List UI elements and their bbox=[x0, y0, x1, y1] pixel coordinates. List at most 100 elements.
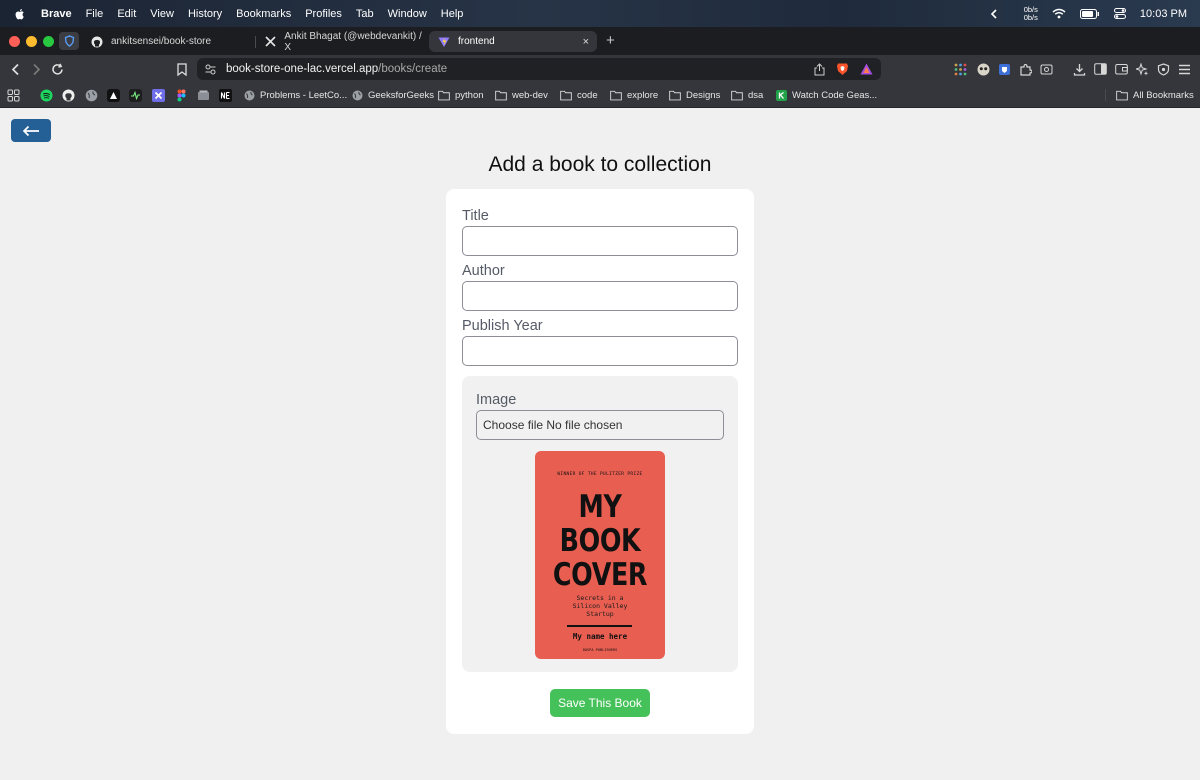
ne-bookmark-icon[interactable] bbox=[219, 89, 232, 102]
extension-shield-icon[interactable] bbox=[996, 61, 1012, 77]
wifi-icon[interactable] bbox=[1052, 8, 1066, 19]
apps-grid-icon[interactable] bbox=[952, 61, 968, 77]
folder-icon bbox=[731, 90, 743, 102]
leo-ai-icon[interactable] bbox=[1134, 61, 1150, 77]
brave-shields-icon[interactable] bbox=[836, 62, 849, 76]
menu-edit[interactable]: Edit bbox=[117, 8, 136, 20]
site-settings-icon[interactable] bbox=[205, 64, 216, 75]
bookmark-folder-web-dev[interactable]: web-dev bbox=[495, 88, 548, 103]
macos-menu-bar: Brave File Edit View History Bookmarks P… bbox=[0, 0, 1200, 27]
bookmark-label: Problems - LeetCo... bbox=[260, 90, 348, 101]
bookmark-geeksforgeeks[interactable]: GeeksforGeeks bbox=[351, 88, 434, 103]
bookmark-label: python bbox=[455, 90, 484, 101]
battery-icon[interactable] bbox=[1079, 8, 1100, 19]
author-input[interactable] bbox=[462, 281, 738, 311]
bookmark-label: code bbox=[577, 90, 598, 101]
clock[interactable]: 10:03 PM bbox=[1140, 8, 1187, 20]
forward-nav-icon[interactable] bbox=[28, 61, 44, 77]
back-nav-icon[interactable] bbox=[7, 61, 23, 77]
save-book-button[interactable]: Save This Book bbox=[550, 689, 650, 717]
page-content: Add a book to collection Title Author Pu… bbox=[0, 108, 1200, 780]
cover-title-line-3: COVER bbox=[552, 557, 648, 593]
apps-launcher-icon[interactable] bbox=[7, 89, 20, 102]
cover-prize-text: WINNER OF THE PULITZER PRIZE bbox=[557, 472, 643, 477]
x-icon bbox=[264, 35, 276, 48]
sidebar-toggle-icon[interactable] bbox=[1092, 61, 1108, 77]
download-icon[interactable] bbox=[1071, 61, 1087, 77]
bookmark-folder-python[interactable]: python bbox=[438, 88, 484, 103]
menu-profiles[interactable]: Profiles bbox=[305, 8, 342, 20]
cover-subtitle-line: Startup bbox=[586, 610, 614, 618]
chevron-left-icon[interactable] bbox=[990, 8, 998, 19]
menu-app-name[interactable]: Brave bbox=[41, 8, 72, 20]
control-center-icon[interactable] bbox=[1113, 8, 1126, 19]
tab-x[interactable]: Ankit Bhagat (@webdevankit) / X bbox=[256, 30, 424, 53]
share-icon[interactable] bbox=[814, 62, 825, 76]
close-tab-icon[interactable]: × bbox=[583, 36, 589, 48]
zoom-window-button[interactable] bbox=[43, 36, 54, 47]
url-path: /books/create bbox=[378, 63, 448, 75]
folder-icon bbox=[560, 90, 572, 102]
back-button[interactable] bbox=[11, 119, 51, 142]
figma-icon[interactable] bbox=[175, 89, 188, 102]
title-input[interactable] bbox=[462, 226, 738, 256]
cover-title-line-1: MY bbox=[578, 489, 622, 525]
globe-bookmark-icon[interactable] bbox=[85, 89, 98, 102]
bookmark-label: Watch Code Geas... bbox=[792, 90, 878, 101]
image-file-input[interactable]: Choose file No file chosen bbox=[476, 410, 724, 440]
bookmark-folder-explore[interactable]: explore bbox=[610, 88, 658, 103]
github-bookmark-icon[interactable] bbox=[62, 89, 75, 102]
all-bookmarks-folder[interactable]: All Bookmarks bbox=[1116, 88, 1194, 103]
tab-title: Ankit Bhagat (@webdevankit) / X bbox=[284, 30, 422, 53]
extensions-puzzle-icon[interactable] bbox=[1017, 61, 1033, 77]
url-host: book-store-one-lac.vercel.app bbox=[226, 63, 379, 75]
cover-subtitle-line: Silicon Valley bbox=[572, 602, 628, 610]
bookmark-leetcode[interactable]: Problems - LeetCo... bbox=[243, 88, 347, 103]
publish-year-input[interactable] bbox=[462, 336, 738, 366]
extension-box-icon[interactable] bbox=[1038, 61, 1054, 77]
bookmark-folder-dsa[interactable]: dsa bbox=[731, 88, 763, 103]
new-tab-button[interactable]: + bbox=[606, 32, 615, 49]
bookmark-folder-code[interactable]: code bbox=[560, 88, 598, 103]
brave-rewards-icon[interactable] bbox=[860, 63, 873, 75]
tab-github[interactable]: ankitsensei/book-store bbox=[82, 31, 252, 52]
arrow-left-icon bbox=[22, 125, 39, 136]
brave-shield-tab-icon[interactable] bbox=[59, 32, 79, 50]
menu-tab[interactable]: Tab bbox=[356, 8, 374, 20]
extension-owl-icon[interactable] bbox=[975, 61, 991, 77]
bookmark-page-icon[interactable] bbox=[174, 61, 190, 77]
pulse-bookmark-icon[interactable] bbox=[129, 89, 142, 102]
bookmark-label: web-dev bbox=[512, 90, 548, 101]
menu-hamburger-icon[interactable] bbox=[1176, 61, 1192, 77]
browser-chrome: ankitsensei/book-store Ankit Bhagat (@we… bbox=[0, 27, 1200, 108]
triangle-bookmark-icon[interactable] bbox=[107, 89, 120, 102]
bookmark-watch-code-geass[interactable]: Watch Code Geas... bbox=[775, 88, 877, 103]
book-form-card: Title Author Publish Year Image Choose f… bbox=[446, 189, 754, 734]
menu-file[interactable]: File bbox=[86, 8, 104, 20]
menu-history[interactable]: History bbox=[188, 8, 222, 20]
title-label: Title bbox=[462, 208, 489, 224]
minimize-window-button[interactable] bbox=[26, 36, 37, 47]
network-speed: 0b/s 0b/s bbox=[1024, 5, 1038, 22]
address-bar[interactable]: book-store-one-lac.vercel.app/books/crea… bbox=[197, 58, 881, 80]
k-icon bbox=[775, 90, 787, 102]
menu-view[interactable]: View bbox=[150, 8, 174, 20]
bookmark-label: GeeksforGeeks bbox=[368, 90, 434, 101]
bookmark-folder-designs[interactable]: Designs bbox=[669, 88, 720, 103]
tab-frontend[interactable]: frontend × bbox=[429, 31, 597, 52]
reload-icon[interactable] bbox=[49, 61, 65, 77]
menu-help[interactable]: Help bbox=[441, 8, 464, 20]
tab-title: frontend bbox=[458, 36, 495, 47]
apple-icon[interactable] bbox=[13, 7, 27, 21]
wallet-icon[interactable] bbox=[1113, 61, 1129, 77]
vpn-icon[interactable] bbox=[1155, 61, 1171, 77]
folder-stack-icon[interactable] bbox=[197, 89, 210, 102]
vite-icon bbox=[437, 35, 450, 48]
publish-year-label: Publish Year bbox=[462, 318, 543, 334]
bookmark-label: explore bbox=[627, 90, 659, 101]
menu-bookmarks[interactable]: Bookmarks bbox=[236, 8, 291, 20]
close-window-button[interactable] bbox=[9, 36, 20, 47]
cross-bookmark-icon[interactable] bbox=[152, 89, 165, 102]
spotify-icon[interactable] bbox=[40, 89, 53, 102]
menu-window[interactable]: Window bbox=[388, 8, 427, 20]
